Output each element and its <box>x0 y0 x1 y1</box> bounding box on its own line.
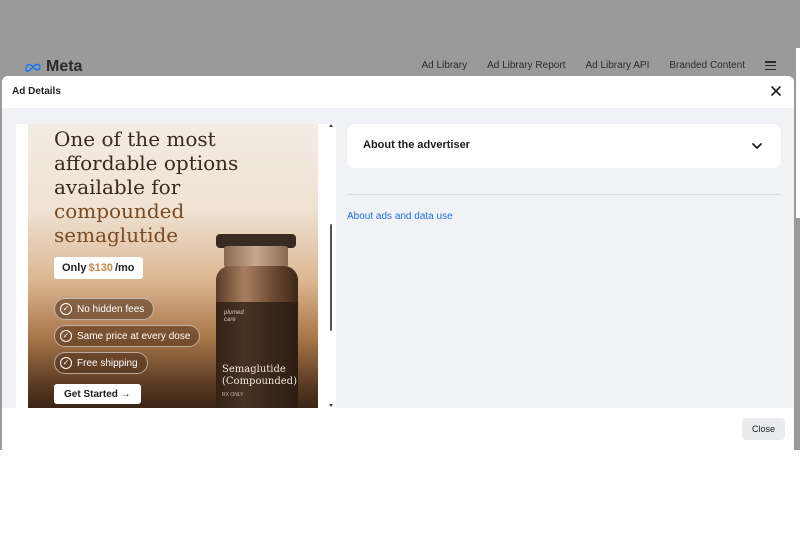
hamburger-icon[interactable] <box>765 61 776 70</box>
scrollbar-thumb[interactable] <box>330 224 332 331</box>
meta-infinity-icon <box>25 63 41 72</box>
price-badge: Only $130 /mo <box>54 257 143 279</box>
scroll-up-arrow[interactable] <box>329 124 333 127</box>
modal-footer: Close <box>2 408 794 450</box>
meta-logo-text: Meta <box>46 58 83 75</box>
headline-line: available for <box>54 175 181 199</box>
headline-line: One of the most <box>54 127 216 151</box>
nav-ad-library-api[interactable]: Ad Library API <box>585 60 649 71</box>
top-nav: Ad Library Ad Library Report Ad Library … <box>422 60 776 71</box>
headline-line: compounded <box>54 199 185 223</box>
vial-neck <box>224 246 288 268</box>
meta-logo[interactable]: Meta <box>24 57 82 77</box>
divider <box>347 194 781 195</box>
check-circle-icon: ✓ <box>60 303 72 315</box>
ad-preview-panel: One of the most affordable options avail… <box>16 124 336 408</box>
nav-branded-content[interactable]: Branded Content <box>669 60 745 71</box>
vial-rx-label: RX ONLY <box>222 392 244 398</box>
ad-headline: One of the most affordable options avail… <box>54 127 294 247</box>
scroll-down-arrow[interactable] <box>329 404 333 407</box>
feature-label: No hidden fees <box>77 303 145 315</box>
feature-label: Same price at every dose <box>77 330 191 342</box>
chevron-down-icon[interactable] <box>751 140 763 152</box>
page-bottom-area <box>0 450 800 533</box>
price-prefix: Only <box>62 262 87 274</box>
ad-details-modal: Ad Details One of the most affordable op… <box>2 76 794 450</box>
vial-product-name: Semaglutide (Compounded) <box>222 364 297 388</box>
vial-name-line: (Compounded) <box>222 376 297 387</box>
close-icon[interactable] <box>769 84 783 98</box>
nav-ad-library[interactable]: Ad Library <box>422 60 468 71</box>
check-circle-icon: ✓ <box>60 330 72 342</box>
vial-brand-line: care <box>224 317 236 323</box>
get-started-button: Get Started → <box>54 384 141 404</box>
headline-line: affordable options <box>54 151 239 175</box>
vial-brand-line: plumed <box>224 310 244 316</box>
page-edge-strip <box>796 48 800 218</box>
modal-header: Ad Details <box>2 76 794 108</box>
vial-brand: plumed care <box>224 310 244 324</box>
about-advertiser-accordion[interactable]: About the advertiser <box>347 124 781 168</box>
feature-pill: ✓ Free shipping <box>54 352 148 374</box>
nav-ad-library-report[interactable]: Ad Library Report <box>487 60 565 71</box>
price-suffix: /mo <box>114 262 135 274</box>
modal-title: Ad Details <box>12 86 61 97</box>
feature-pill: ✓ No hidden fees <box>54 298 155 320</box>
feature-label: Free shipping <box>77 357 138 369</box>
ad-creative-image: One of the most affordable options avail… <box>28 124 318 408</box>
modal-body: One of the most affordable options avail… <box>2 108 794 408</box>
check-circle-icon: ✓ <box>60 357 72 369</box>
vial-name-line: Semaglutide <box>222 364 286 375</box>
close-button[interactable]: Close <box>742 418 785 440</box>
feature-pill: ✓ Same price at every dose <box>54 325 201 347</box>
price-amount: $130 <box>88 262 113 274</box>
about-advertiser-title: About the advertiser <box>363 139 470 151</box>
about-ads-link[interactable]: About ads and data use <box>347 211 453 222</box>
